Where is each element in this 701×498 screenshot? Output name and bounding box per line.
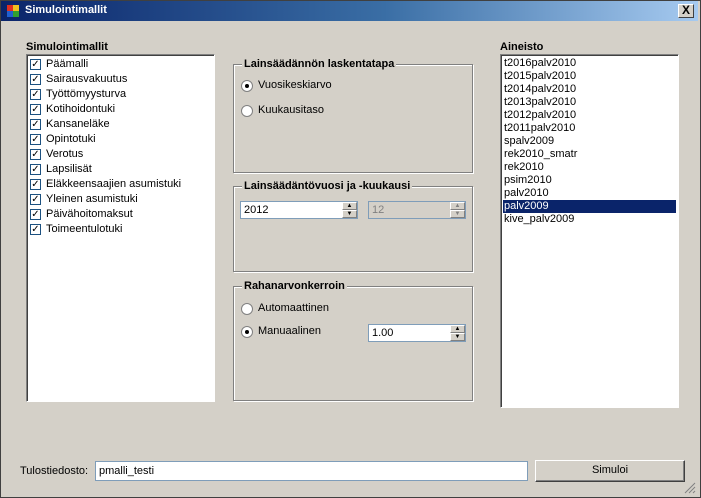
model-label: Verotus [46,148,84,160]
model-label: Eläkkeensaajien asumistuki [46,178,182,190]
dataset-list-item[interactable]: rek2010 [503,161,676,174]
radio-vuosikeskiarvo-label: Vuosikeskiarvo [258,79,332,91]
models-checklist[interactable]: ✓ Päämalli ✓ Sairausvakuutus ✓ Työttömyysturv… [26,54,215,402]
checkbox-icon[interactable]: ✓ [30,209,41,220]
dataset-list-item[interactable]: t2014palv2010 [503,83,676,96]
dataset-label: Aineisto [500,41,544,53]
year-down-arrow-icon[interactable]: ▼ [342,210,357,218]
model-label: Yleinen asumistuki [46,193,138,205]
dataset-list-item[interactable]: t2015palv2010 [503,70,676,83]
coef-value: 1.00 [372,327,394,339]
coef-spinner[interactable]: 1.00 ▲ ▼ [368,324,466,342]
radio-kuukausitaso-label: Kuukausitaso [258,104,325,116]
checkbox-icon[interactable]: ✓ [30,134,41,145]
checkbox-icon[interactable]: ✓ [30,74,41,85]
radio-automaattinen[interactable] [241,303,253,315]
model-label: Kansaneläke [46,118,110,130]
dataset-list-item[interactable]: kive_palv2009 [503,213,676,226]
month-down-arrow-icon[interactable]: ▼ [450,210,465,218]
window-title: Simulointimallit [25,4,107,16]
legislation-title: Lainsäädäntövuosi ja -kuukausi [242,180,413,192]
models-label: Simulointimallit [26,41,108,53]
checkbox-icon[interactable]: ✓ [30,164,41,175]
radio-selected-dot [245,84,249,88]
radio-automaattinen-label: Automaattinen [258,302,329,314]
checkbox-icon[interactable]: ✓ [30,179,41,190]
radio-vuosikeskiarvo[interactable] [241,80,253,92]
model-label: Opintotuki [46,133,96,145]
app-icon [7,5,19,17]
model-label: Kotihoidontuki [46,103,116,115]
model-label: Työttömyysturva [46,88,127,100]
coef-up-arrow-icon[interactable]: ▲ [450,325,465,333]
dataset-list-item[interactable]: psim2010 [503,174,676,187]
checkbox-icon[interactable]: ✓ [30,194,41,205]
money-coef-title: Rahanarvonkerroin [242,280,347,292]
month-up-arrow-icon[interactable]: ▲ [450,202,465,210]
radio-kuukausitaso[interactable] [241,105,253,117]
month-spinner[interactable]: 12 ▲ ▼ [368,201,466,219]
model-label: Päämalli [46,58,89,70]
dataset-list-item[interactable]: palv2010 [503,187,676,200]
money-coef-group: Rahanarvonkerroin Automaattinen Manuaali… [233,280,473,401]
dataset-listbox[interactable]: t2016palv2010 t2015palv2010 t2014palv2010 t… [500,54,679,408]
resize-grip-icon[interactable] [684,482,696,494]
simulate-button[interactable]: Simuloi [535,460,685,482]
year-up-arrow-icon[interactable]: ▲ [342,202,357,210]
year-value: 2012 [244,204,269,216]
dataset-list-item[interactable]: palv2009 [503,200,676,213]
year-spinner[interactable]: 2012 ▲ ▼ [240,201,358,219]
model-label: Toimeentulotuki [46,223,123,235]
output-file-input[interactable]: pmalli_testi [95,461,528,481]
model-label: Sairausvakuutus [46,73,128,85]
radio-selected-dot [245,330,249,334]
checkbox-icon[interactable]: ✓ [30,59,41,70]
checkbox-icon[interactable]: ✓ [30,149,41,160]
model-label: Lapsilisät [46,163,92,175]
checkbox-icon[interactable]: ✓ [30,224,41,235]
dataset-list-item[interactable]: spalv2009 [503,135,676,148]
dataset-list-item[interactable]: rek2010_smatr [503,148,676,161]
dataset-list-item[interactable]: t2016palv2010 [503,57,676,70]
checkbox-icon[interactable]: ✓ [30,119,41,130]
radio-manuaalinen-label: Manuaalinen [258,325,321,337]
radio-manuaalinen[interactable] [241,326,253,338]
checkbox-icon[interactable]: ✓ [30,104,41,115]
month-value: 12 [372,204,385,216]
output-file-value: pmalli_testi [99,465,155,477]
dataset-list-item[interactable]: t2011palv2010 [503,122,676,135]
coef-down-arrow-icon[interactable]: ▼ [450,333,465,341]
legislation-group: Lainsäädäntövuosi ja -kuukausi 2012 ▲ ▼ 1… [233,180,473,272]
dataset-list-item[interactable]: t2013palv2010 [503,96,676,109]
checkbox-icon[interactable]: ✓ [30,89,41,100]
model-label: Päivähoitomaksut [46,208,133,220]
calc-method-group: Lainsäädännön laskentatapa Vuosikeskiarv… [233,58,473,173]
calc-method-title: Lainsäädännön laskentatapa [242,58,397,70]
dataset-list-item[interactable]: t2012palv2010 [503,109,676,122]
output-label: Tulostiedosto: [20,465,89,477]
close-button[interactable]: X [678,4,694,18]
